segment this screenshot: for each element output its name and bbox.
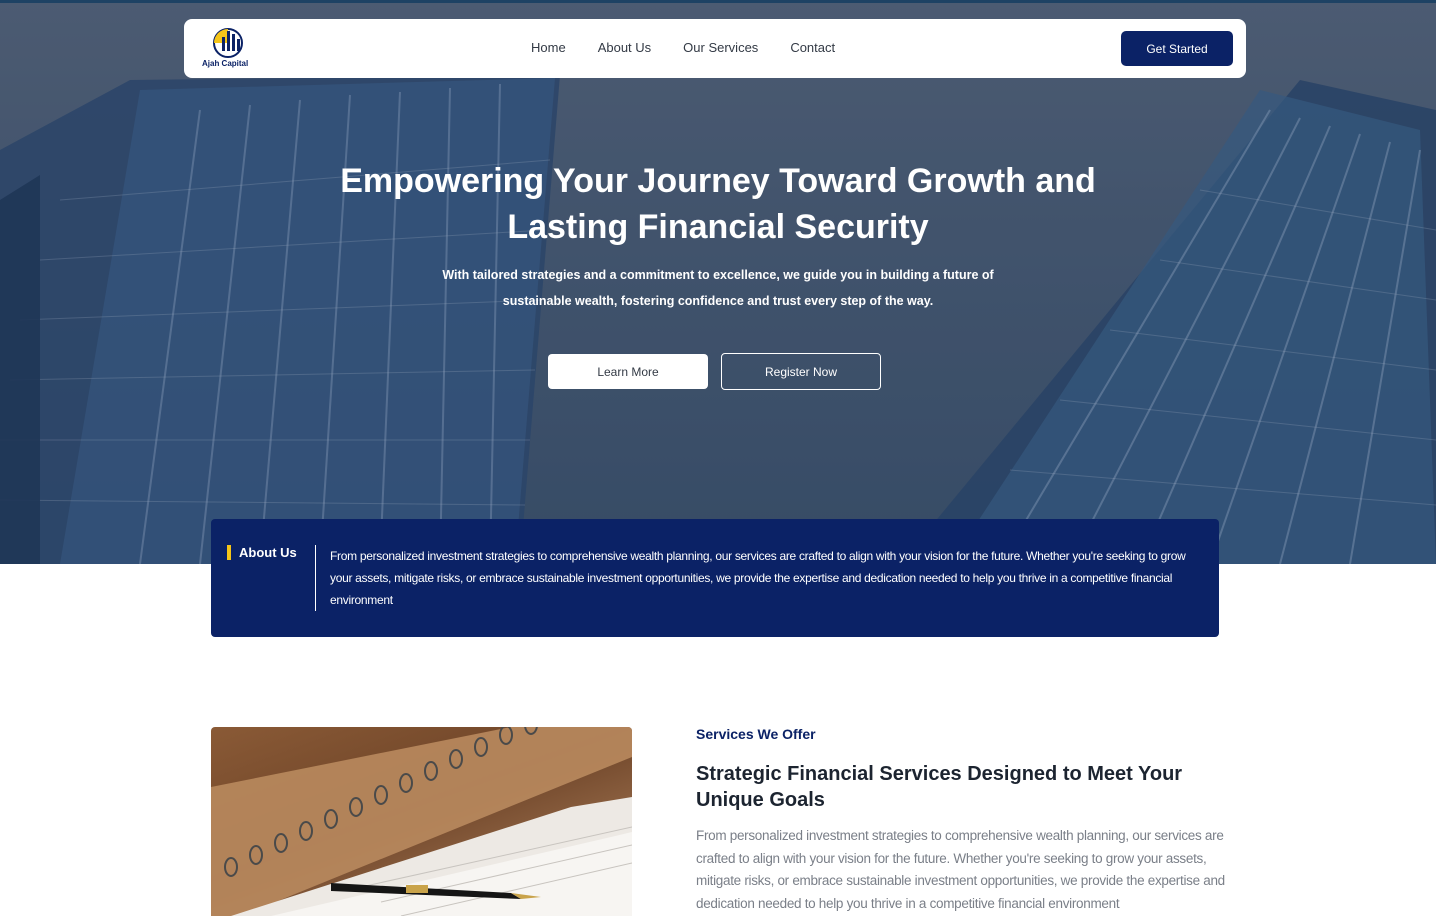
services-title: Strategic Financial Services Designed to… [696, 763, 1183, 811]
nav-link-home[interactable]: Home [531, 40, 566, 55]
services-text: From personalized investment strategies … [696, 828, 1225, 911]
get-started-button[interactable]: Get Started [1121, 31, 1233, 66]
navbar: Ajah Capital Home About Us Our Services … [184, 19, 1246, 78]
about-us-band: About Us From personalized investment st… [211, 519, 1219, 637]
hero-subtitle: With tailored strategies and a commitmen… [442, 268, 994, 308]
learn-more-button[interactable]: Learn More [548, 354, 708, 389]
services-tag: Services We Offer [696, 726, 816, 742]
logo-text: Ajah Capital [202, 59, 249, 68]
register-now-button[interactable]: Register Now [721, 353, 881, 390]
nav-links: Home About Us Our Services Contact [531, 40, 867, 55]
nav-link-our-services[interactable]: Our Services [683, 40, 758, 55]
notebook-pen-illustration [211, 727, 632, 916]
about-divider [315, 545, 316, 611]
about-us-text: From personalized investment strategies … [330, 549, 1186, 607]
services-notebook-image [211, 727, 632, 916]
about-us-label: About Us [227, 545, 297, 560]
hero-title: Empowering Your Journey Toward Growth an… [340, 162, 1096, 246]
nav-link-about-us[interactable]: About Us [598, 40, 651, 55]
nav-link-contact[interactable]: Contact [790, 40, 835, 55]
